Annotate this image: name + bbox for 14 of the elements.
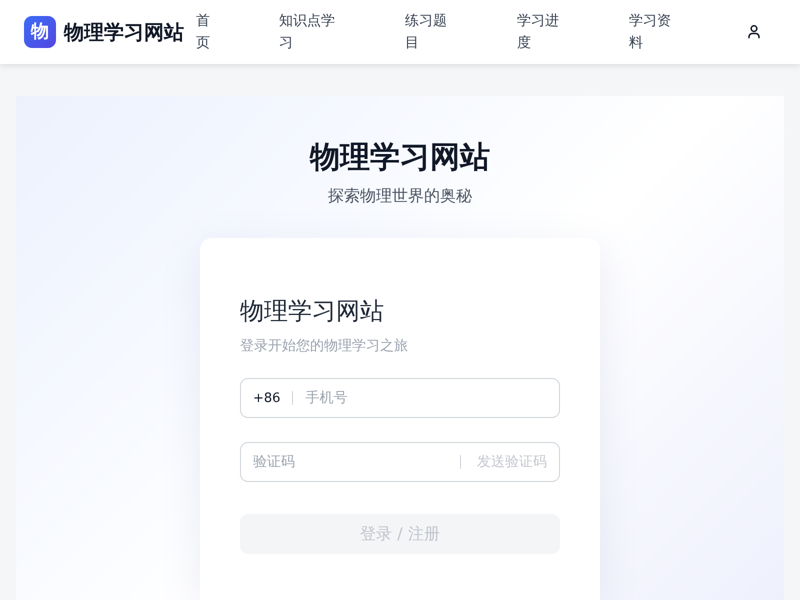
hero-title: 物理学习网站 [310,139,490,177]
nav-link[interactable]: 首页 [196,10,211,54]
hero-subtitle: 探索物理世界的奥秘 [328,185,472,207]
user-icon[interactable] [748,25,760,39]
logo-icon[interactable]: 物 [24,16,56,48]
nav-link[interactable]: 学习资料 [629,10,673,54]
nav-link[interactable]: 知识点学习 [279,10,337,54]
nav-link[interactable]: 练习题目 [405,10,449,54]
country-code[interactable]: +86 [253,390,280,406]
site-name[interactable]: 物理学习网站 [64,18,184,46]
card-title: 物理学习网站 [240,296,385,327]
phone-field[interactable]: +86 手机号 [240,378,560,418]
nav-link[interactable]: 学习进度 [517,10,561,54]
card-subtitle: 登录开始您的物理学习之旅 [240,337,409,356]
